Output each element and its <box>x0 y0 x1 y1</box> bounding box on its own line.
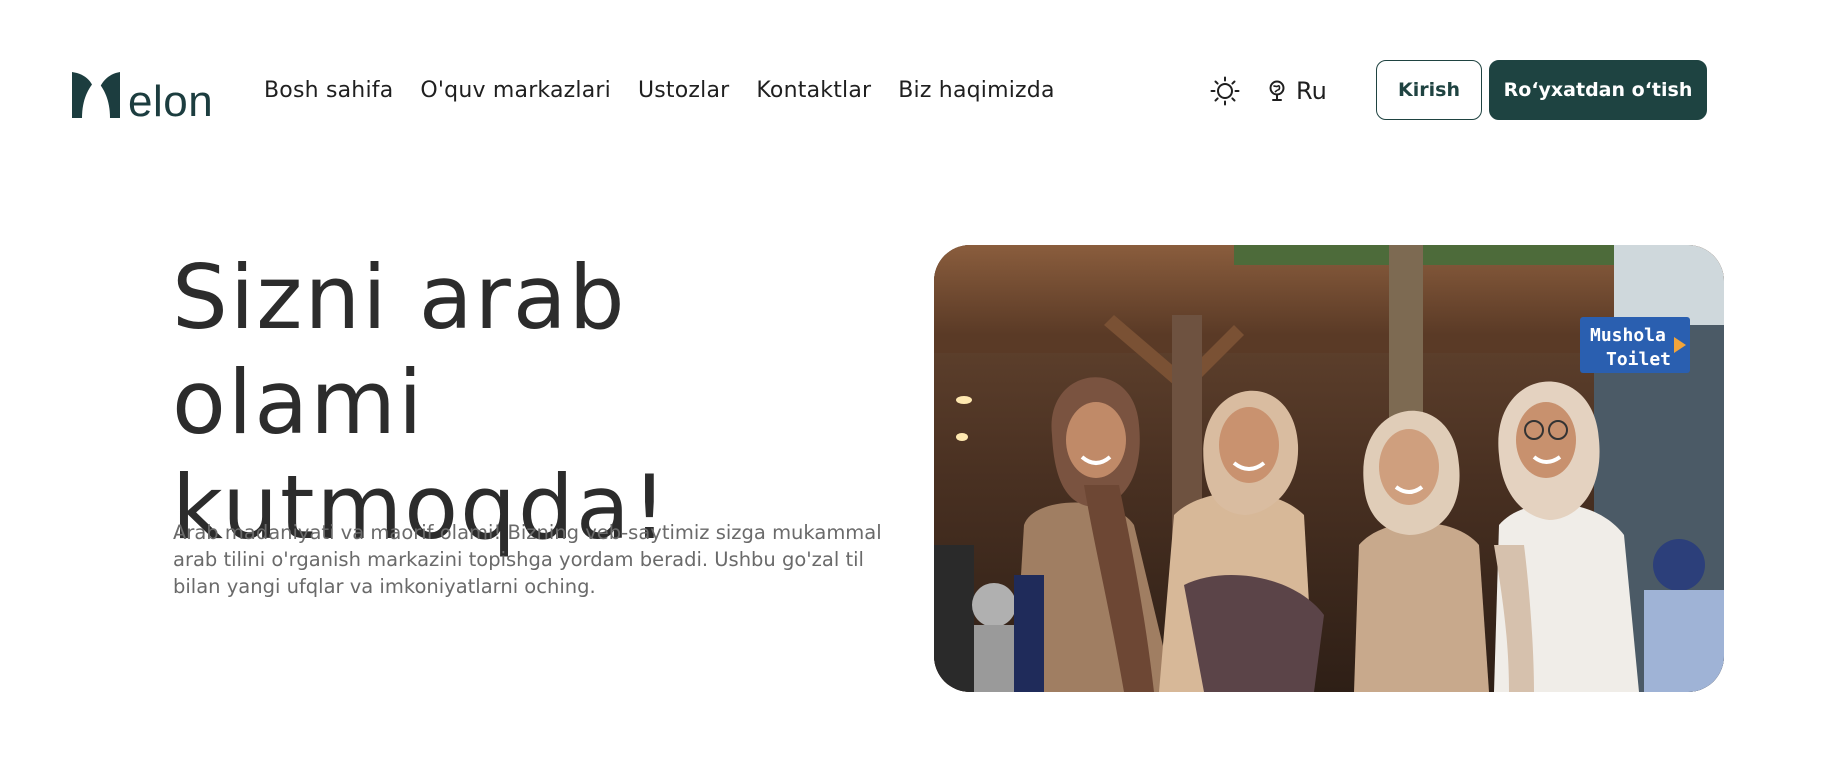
logo-text: elon <box>128 77 214 126</box>
login-button[interactable]: Kirish <box>1376 60 1482 120</box>
hero-title-line-1: Sizni arab olami <box>172 246 627 454</box>
theme-toggle-button[interactable] <box>1208 74 1242 108</box>
nav-link-teachers[interactable]: Ustozlar <box>638 74 729 108</box>
language-switcher[interactable]: Ru <box>1266 74 1327 108</box>
photo-sign: Mushola Toilet <box>1580 317 1690 373</box>
hero-photo: Mushola Toilet <box>934 245 1724 692</box>
page: elon Bosh sahifa O'quv markazlari Ustozl… <box>0 0 1830 768</box>
globe-pin-icon <box>1269 80 1285 101</box>
main-nav: Bosh sahifa O'quv markazlari Ustozlar Ko… <box>264 74 1082 108</box>
sun-icon <box>1210 76 1240 106</box>
nav-link-learning-centers[interactable]: O'quv markazlari <box>420 74 611 108</box>
hero-photo-illustration: Mushola Toilet <box>934 245 1724 692</box>
language-label: Ru <box>1296 77 1327 105</box>
nav-link-home[interactable]: Bosh sahifa <box>264 74 393 108</box>
hero-title: Sizni arab olami kutmoqda! <box>172 245 892 560</box>
logo-link[interactable]: elon <box>72 66 213 124</box>
photo-sign-line-1: Mushola <box>1590 325 1666 346</box>
logo-icon <box>72 72 120 118</box>
hero-description: Arab madaniyati va maorif olami! Bizning… <box>173 521 882 598</box>
site-header: elon Bosh sahifa O'quv markazlari Ustozl… <box>0 0 1830 180</box>
photo-sign-line-2: Toilet <box>1606 349 1671 370</box>
register-button[interactable]: Roʻyxatdan oʻtish <box>1489 60 1707 120</box>
nav-link-contacts[interactable]: Kontaktlar <box>756 74 871 108</box>
nav-link-about[interactable]: Biz haqimizda <box>898 74 1054 108</box>
